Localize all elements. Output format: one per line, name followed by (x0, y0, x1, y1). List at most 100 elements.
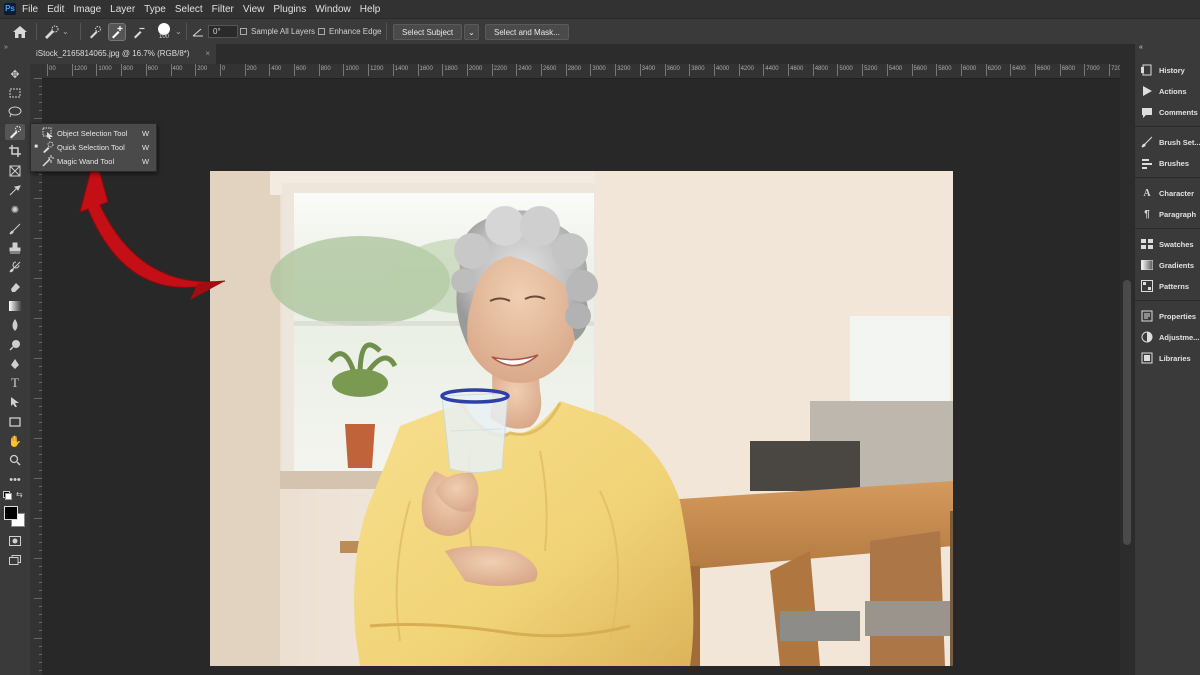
panel-gradients[interactable]: Gradients (1135, 256, 1200, 274)
stamp-icon (9, 242, 21, 254)
panel-character[interactable]: A Character (1135, 184, 1200, 202)
panel-libraries[interactable]: Libraries (1135, 349, 1200, 367)
brush-picker-chevron-icon[interactable]: ⌄ (175, 19, 182, 44)
horizontal-ruler[interactable]: 00 1200 1000 800 600 400 200 0 200 400 600 800 1000 1… (42, 64, 1120, 79)
path-selection-tool[interactable] (5, 394, 25, 410)
eraser-tool[interactable] (5, 279, 25, 295)
type-tool[interactable]: T (5, 375, 25, 391)
subtract-from-selection-icon (134, 27, 145, 38)
ruler-tick-label: 800 (318, 64, 331, 76)
brush-tool[interactable] (5, 221, 25, 237)
collapse-toolbar-icon[interactable]: » (4, 44, 8, 51)
subtract-from-selection-button[interactable] (130, 23, 148, 41)
eraser-icon (11, 283, 20, 292)
history-brush-tool[interactable] (5, 259, 25, 275)
new-selection-button[interactable] (86, 23, 104, 41)
hand-tool[interactable]: ✋ (5, 433, 25, 449)
healing-brush-tool[interactable]: ✺ (5, 202, 25, 218)
menu-help[interactable]: Help (360, 4, 381, 15)
flyout-shortcut: W (142, 142, 150, 152)
crop-tool[interactable] (5, 143, 25, 159)
dodge-icon (9, 340, 20, 351)
menu-file[interactable]: File (22, 4, 38, 15)
panel-label: Paragraph (1159, 209, 1197, 219)
blur-tool[interactable] (5, 317, 25, 333)
history-icon (1141, 64, 1152, 76)
panel-brush-settings[interactable]: Brush Set... (1135, 133, 1200, 151)
pen-tool[interactable] (5, 356, 25, 372)
sample-all-layers-box[interactable] (240, 28, 247, 35)
angle-input[interactable]: 0° (208, 25, 238, 38)
panel-paragraph[interactable]: ¶ Paragraph (1135, 205, 1200, 223)
enhance-edge-checkbox[interactable]: Enhance Edge (318, 19, 382, 44)
menu-type[interactable]: Type (144, 4, 166, 15)
panel-patterns[interactable]: Patterns (1135, 277, 1200, 295)
panel-adjustments[interactable]: Adjustme... (1135, 328, 1200, 346)
enhance-edge-box[interactable] (318, 28, 325, 35)
ruler-tick-label: 4000 (713, 64, 730, 76)
eyedropper-tool[interactable] (5, 182, 25, 198)
scrollbar-thumb[interactable] (1123, 280, 1131, 545)
menu-window[interactable]: Window (315, 4, 351, 15)
options-bar: ⌄ 100 ⌄ 0° Sample All Layers Enhance Edg… (0, 18, 1200, 45)
panel-history[interactable]: History (1135, 61, 1200, 79)
move-tool[interactable]: ✥ (5, 66, 25, 82)
menu-edit[interactable]: Edit (47, 4, 64, 15)
ruler-tick-label: 5800 (936, 64, 952, 76)
menu-image[interactable]: Image (73, 4, 101, 15)
document-image[interactable] (210, 171, 953, 666)
flyout-magic-wand-tool[interactable]: Magic Wand Tool W (31, 154, 156, 168)
panel-properties[interactable]: Properties (1135, 307, 1200, 325)
foreground-color-swatch[interactable] (4, 506, 18, 520)
menu-plugins[interactable]: Plugins (273, 4, 306, 15)
select-subject-button[interactable]: Select Subject (393, 23, 463, 40)
path-selection-icon (11, 397, 19, 407)
add-to-selection-button[interactable] (108, 22, 126, 41)
edit-toolbar-button[interactable]: ••• (5, 472, 25, 488)
select-and-mask-button[interactable]: Select and Mask... (485, 23, 569, 40)
close-tab-icon[interactable]: × (205, 44, 210, 64)
blur-drop-icon (12, 319, 18, 331)
expand-panels-icon[interactable]: « (1139, 44, 1143, 51)
quick-mask-button[interactable] (5, 533, 25, 549)
ruler-tick-label: 6800 (1059, 64, 1076, 76)
home-button[interactable] (12, 19, 28, 44)
ruler-tick (34, 638, 42, 639)
ruler-tick-label: 200 (195, 64, 208, 76)
gradient-tool[interactable] (5, 298, 25, 314)
ruler-tick-label: 6600 (1034, 64, 1051, 76)
swap-colors-icon[interactable]: ⇆ (16, 490, 23, 499)
dodge-tool[interactable] (5, 337, 25, 353)
menu-layer[interactable]: Layer (110, 4, 135, 15)
select-subject-dropdown-button[interactable]: ⌄ (464, 23, 479, 40)
add-to-selection-icon (112, 25, 123, 38)
panel-actions[interactable]: Actions (1135, 82, 1200, 100)
panel-swatches[interactable]: Swatches (1135, 235, 1200, 253)
menu-filter[interactable]: Filter (212, 4, 234, 15)
screen-mode-button[interactable] (5, 552, 25, 568)
menu-select[interactable]: Select (175, 4, 203, 15)
sample-all-layers-checkbox[interactable]: Sample All Layers (240, 19, 315, 44)
panel-comments[interactable]: Comments (1135, 103, 1200, 121)
menu-view[interactable]: View (243, 4, 265, 15)
frame-tool[interactable] (5, 163, 25, 179)
collapsed-panels-dock: « History Actions Comments Brush Set... … (1134, 44, 1200, 675)
ruler-tick-label: 2000 (466, 64, 483, 76)
default-colors-icon[interactable] (3, 491, 12, 500)
flyout-quick-selection-tool[interactable]: ■ Quick Selection Tool W (31, 140, 156, 154)
zoom-tool[interactable] (5, 452, 25, 468)
document-tab[interactable]: iStock_2165814065.jpg @ 16.7% (RGB/8*) × (30, 44, 216, 64)
ruler-tick-label: 200 (244, 64, 257, 76)
flyout-object-selection-tool[interactable]: Object Selection Tool W (31, 126, 156, 140)
ruler-tick-label: 600 (145, 64, 158, 76)
ruler-origin[interactable] (30, 64, 42, 78)
brush-size-picker[interactable]: 100 (158, 19, 170, 44)
tool-preset-picker[interactable]: ⌄ (42, 19, 69, 44)
brushes-icon (1142, 159, 1152, 169)
clone-stamp-tool[interactable] (5, 240, 25, 256)
quick-selection-tool[interactable] (5, 124, 25, 140)
rectangle-tool[interactable] (5, 414, 25, 430)
lasso-tool[interactable] (5, 104, 25, 120)
marquee-tool[interactable] (5, 85, 25, 101)
panel-brushes[interactable]: Brushes (1135, 154, 1200, 172)
